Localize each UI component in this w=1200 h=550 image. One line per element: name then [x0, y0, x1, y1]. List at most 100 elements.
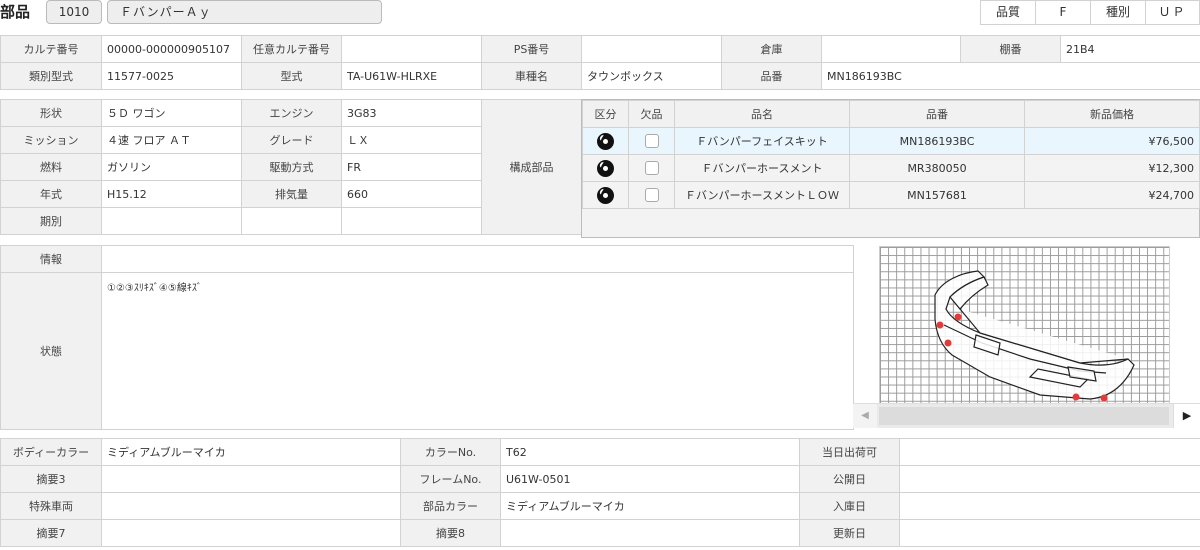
drive-label: 駆動方式	[241, 153, 342, 181]
checkbox-icon[interactable]	[644, 188, 659, 202]
year-value: H15.12	[101, 180, 242, 208]
part-diagram	[879, 246, 1170, 405]
period-label: 期別	[0, 207, 102, 235]
grade-label: グレード	[241, 126, 342, 154]
body-color-label: ボディーカラー	[0, 438, 102, 466]
summary8-label: 摘要8	[400, 519, 501, 547]
summary7-label: 摘要7	[0, 519, 102, 547]
components-table: 区分 欠品 品名 品番 新品価格 Ｆバンパーフェイスキット MN186193BC…	[582, 100, 1200, 209]
info-label: 情報	[0, 245, 102, 273]
chevron-right-icon[interactable]: ▶	[1173, 404, 1200, 428]
missing-cell[interactable]	[628, 154, 675, 182]
stock-date-label: 入庫日	[799, 492, 900, 520]
summary3-label: 摘要3	[0, 465, 102, 493]
category-cell[interactable]	[582, 181, 629, 209]
drive-value: FR	[341, 153, 482, 181]
part-color-label: 部品カラー	[400, 492, 501, 520]
info-table: 情報 状態 ①②③ｽﾘｷｽﾞ④⑤線ｷｽﾞ	[0, 245, 854, 430]
updated-value	[899, 519, 1200, 547]
shape-value: ５Ｄ ワゴン	[101, 99, 242, 127]
same-day-label: 当日出荷可	[799, 438, 900, 466]
nini-karte-label: 任意カルテ番号	[241, 35, 342, 63]
shape-label: 形状	[0, 99, 102, 127]
part-no-value: MN186193BC	[821, 62, 1200, 90]
col-name-header: 品名	[674, 100, 850, 128]
car-name-value: タウンボックス	[581, 62, 722, 90]
component-part-no: MN186193BC	[849, 127, 1025, 155]
published-value	[899, 465, 1200, 493]
color-no-value: T62	[500, 438, 800, 466]
model-label: 型式	[241, 62, 342, 90]
car-name-label: 車種名	[481, 62, 582, 90]
table-row[interactable]: Ｆバンパーフェイスキット MN186193BC ¥76,500	[582, 127, 1200, 155]
period-value	[101, 207, 242, 235]
part-name-field[interactable]: ＦバンパーＡｙ	[107, 0, 382, 24]
ps-value	[581, 35, 722, 63]
updated-label: 更新日	[799, 519, 900, 547]
shelf-value: 21B4	[1060, 35, 1200, 63]
part-color-value: ミディアムブルーマイカ	[500, 492, 800, 520]
component-name: ＦバンパーホースメントＬＯＷ	[674, 181, 850, 209]
model-value: TA-U61W-HLRXE	[341, 62, 482, 90]
special-label: 特殊車両	[0, 492, 102, 520]
ps-label: PS番号	[481, 35, 582, 63]
part-code-field[interactable]: 1010	[46, 0, 102, 24]
summary7-value	[101, 519, 401, 547]
condition-value: ①②③ｽﾘｷｽﾞ④⑤線ｷｽﾞ	[101, 272, 854, 430]
type-spec-label: 類別型式	[0, 62, 102, 90]
table-row[interactable]: Ｆバンパーホースメント MR380050 ¥12,300	[582, 154, 1200, 182]
table-row[interactable]: ＦバンパーホースメントＬＯＷ MN157681 ¥24,700	[582, 181, 1200, 209]
col-missing-header: 欠品	[628, 100, 675, 128]
same-day-value	[899, 438, 1200, 466]
warehouse-value	[821, 35, 961, 63]
chevron-left-icon[interactable]: ◀	[853, 404, 877, 428]
engine-label: エンジン	[241, 99, 342, 127]
category-cell[interactable]	[582, 127, 629, 155]
category-cell[interactable]	[582, 154, 629, 182]
kind-value: ＵＰ	[1145, 0, 1200, 25]
quality-label: 品質	[980, 0, 1036, 25]
disc-icon[interactable]	[597, 186, 614, 204]
year-label: 年式	[0, 180, 102, 208]
disc-icon[interactable]	[597, 132, 614, 150]
type-spec-value: 11577-0025	[101, 62, 242, 90]
missing-cell[interactable]	[628, 181, 675, 209]
component-price: ¥24,700	[1024, 181, 1200, 209]
warehouse-label: 倉庫	[721, 35, 822, 63]
summary8-value	[500, 519, 800, 547]
vehicle-empty-value	[341, 207, 482, 235]
info-value	[101, 245, 854, 273]
color-no-label: カラーNo.	[400, 438, 501, 466]
component-part-no: MR380050	[849, 154, 1025, 182]
mission-label: ミッション	[0, 126, 102, 154]
scrollbar-track[interactable]	[879, 407, 1169, 425]
summary3-value	[101, 465, 401, 493]
component-price: ¥76,500	[1024, 127, 1200, 155]
bottom-table: ボディーカラー ミディアムブルーマイカ カラーNo. T62 当日出荷可 摘要3…	[0, 438, 1200, 547]
displacement-label: 排気量	[241, 180, 342, 208]
grade-value: ＬＸ	[341, 126, 482, 154]
body-color-value: ミディアムブルーマイカ	[101, 438, 401, 466]
frame-value: U61W-0501	[500, 465, 800, 493]
component-part-no: MN157681	[849, 181, 1025, 209]
shelf-label: 棚番	[960, 35, 1061, 63]
marker-1	[936, 321, 944, 329]
mission-value: ４速 フロア ＡＴ	[101, 126, 242, 154]
engine-value: 3G83	[341, 99, 482, 127]
published-label: 公開日	[799, 465, 900, 493]
diagram-scrollbar[interactable]: ◀ ▶	[853, 403, 1200, 428]
marker-3	[944, 339, 952, 347]
condition-label: 状態	[0, 272, 102, 430]
fuel-value: ガソリン	[101, 153, 242, 181]
component-price: ¥12,300	[1024, 154, 1200, 182]
disc-icon[interactable]	[597, 159, 614, 177]
top-info-table: カルテ番号 00000-000000905107 任意カルテ番号 PS番号 倉庫…	[0, 35, 1200, 90]
checkbox-icon[interactable]	[644, 134, 659, 148]
quality-value: F	[1035, 0, 1091, 25]
col-price-header: 新品価格	[1024, 100, 1200, 128]
vehicle-empty-label	[241, 207, 342, 235]
checkbox-icon[interactable]	[644, 161, 659, 175]
missing-cell[interactable]	[628, 127, 675, 155]
page-title: 部品	[0, 3, 31, 21]
part-no-label: 品番	[721, 62, 822, 90]
